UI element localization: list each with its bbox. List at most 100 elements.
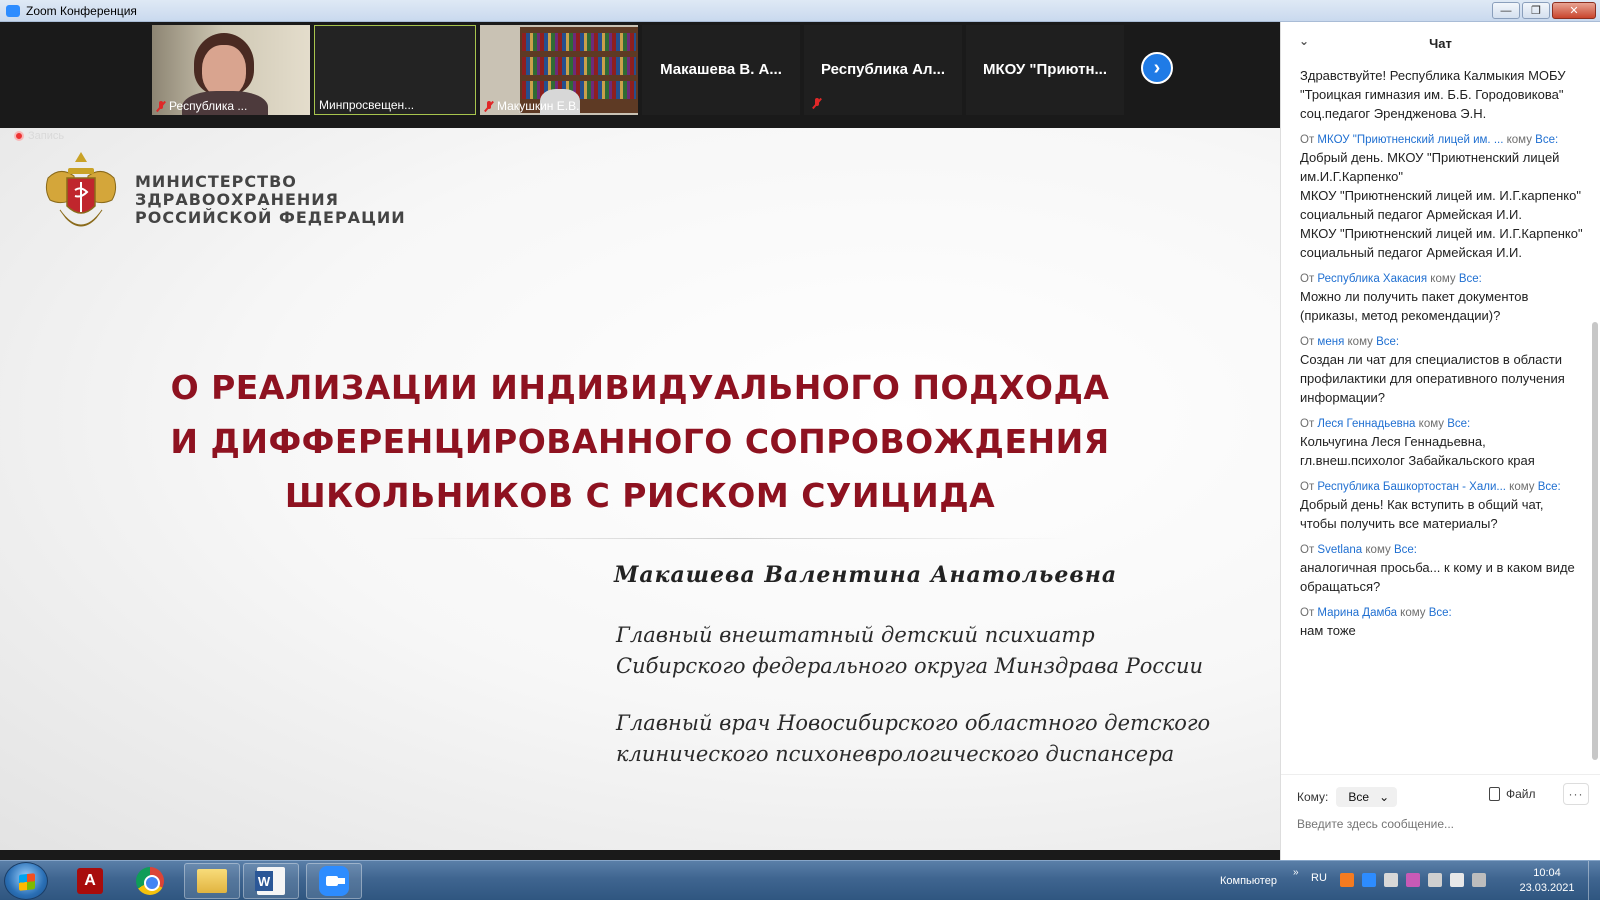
language-indicator[interactable]: RU <box>1311 872 1327 884</box>
recipient-select[interactable]: Все ⌄ <box>1336 787 1398 807</box>
message-text: Можно ли получить пакет документов (прик… <box>1300 289 1529 323</box>
folder-icon <box>197 869 227 893</box>
message-recipient[interactable]: Все: <box>1447 418 1470 430</box>
author-name: Макашева Валентина Анатольевна <box>614 562 1118 588</box>
mic-muted-icon <box>812 98 822 109</box>
video-tile-1[interactable]: Республика ... <box>152 25 310 115</box>
message-recipient[interactable]: Все: <box>1535 134 1558 146</box>
message-recipient[interactable]: Все: <box>1376 336 1399 348</box>
display-icon[interactable] <box>1472 873 1486 887</box>
message-recipient[interactable]: Все: <box>1459 273 1482 285</box>
participant-name: Республика Ал... <box>820 61 946 78</box>
message-recipient[interactable]: Все: <box>1538 481 1561 493</box>
message-sender[interactable]: Леся Геннадьевна <box>1317 418 1415 430</box>
message-sender[interactable]: меня <box>1317 336 1344 348</box>
video-tile-3[interactable]: Макушкин Е.В. <box>480 25 638 115</box>
name-tile-1[interactable]: Макашева В. А... <box>642 25 800 115</box>
name-tile-3[interactable]: МКОУ "Приютн... <box>966 25 1124 115</box>
mic-muted-icon <box>484 100 494 112</box>
message-input[interactable] <box>1297 817 1587 831</box>
chrome-icon <box>136 867 164 895</box>
taskbar-acrobat[interactable]: A <box>62 863 118 899</box>
message-sender[interactable]: Марина Дамба <box>1317 607 1397 619</box>
slide-title: О РЕАЛИЗАЦИИ ИНДИВИДУАЛЬНОГО ПОДХОДА И Д… <box>170 368 1110 515</box>
network-icon[interactable] <box>1428 873 1442 887</box>
recipient-row: Кому: Все ⌄ <box>1297 787 1398 807</box>
book-row <box>522 33 636 51</box>
chat-message: От Марина Дамба кому Все: нам тоже <box>1281 607 1600 640</box>
record-icon <box>14 131 24 141</box>
video-tile-2[interactable]: Минпросвещен... <box>314 25 476 115</box>
taskbar-word[interactable] <box>243 863 299 899</box>
message-meta: От меня кому Все: <box>1300 336 1400 348</box>
close-button[interactable]: ✕ <box>1552 2 1596 19</box>
chat-message: От Леся Геннадьевна кому Все: Кольчугина … <box>1281 418 1600 470</box>
windows-taskbar: A Компьютер » RU 10:04 23.03.2021 <box>0 860 1600 900</box>
zoom-icon <box>319 866 349 896</box>
message-text: нам тоже <box>1300 623 1356 638</box>
chat-message: От Республика Хакасия кому Все: Можно ли … <box>1281 273 1600 325</box>
start-button[interactable] <box>4 862 48 900</box>
chat-message: От Республика Башкортостан - Хали... ком… <box>1281 481 1600 533</box>
chat-message-list[interactable]: Здравствуйте! Республика Калмыкия МОБУ "… <box>1281 64 1600 774</box>
recording-indicator: Запись <box>14 130 64 142</box>
participant-name: Минпросвещен... <box>319 98 415 112</box>
zoom-tray-icon[interactable] <box>1362 873 1376 887</box>
chat-scrollbar[interactable] <box>1592 322 1598 760</box>
pen-icon[interactable] <box>1406 873 1420 887</box>
message-text: Здравствуйте! Республика Калмыкия МОБУ "… <box>1300 68 1566 121</box>
message-recipient[interactable]: Все: <box>1429 607 1452 619</box>
taskbar-zoom[interactable] <box>306 863 362 899</box>
message-text: Добрый день. МКОУ "Приютненский лицей им… <box>1300 150 1583 260</box>
window-title-bar: Zoom Конференция — ❐ ✕ <box>0 0 1600 22</box>
participant-name: Республика ... <box>156 99 247 113</box>
taskbar-chrome[interactable] <box>122 863 178 899</box>
window-title: Zoom Конференция <box>26 3 137 18</box>
name-tile-2[interactable]: Республика Ал... <box>804 25 962 115</box>
participant-name: Макашева В. А... <box>660 61 782 78</box>
chat-panel: ⌄ Чат Здравствуйте! Республика Калмыкия … <box>1280 22 1600 860</box>
next-page-button[interactable]: › <box>1141 52 1173 84</box>
mic-muted-icon <box>156 100 166 112</box>
message-recipient[interactable]: Все: <box>1394 544 1417 556</box>
odnoklassniki-icon[interactable] <box>1340 873 1354 887</box>
message-text: Кольчугина Леся Геннадьевна, гл.внеш.пси… <box>1300 434 1535 468</box>
restore-button[interactable]: ❐ <box>1522 2 1550 19</box>
file-button[interactable]: Файл <box>1489 787 1536 801</box>
video-strip: Республика ... Минпросвещен... Макушкин … <box>0 22 1280 128</box>
participant-name: Макушкин Е.В. <box>484 99 579 113</box>
minimize-button[interactable]: — <box>1492 2 1520 19</box>
acrobat-icon: A <box>77 868 103 894</box>
recording-label: Запись <box>28 130 65 142</box>
system-tray <box>1340 873 1486 887</box>
divider <box>400 538 1070 539</box>
file-icon <box>1489 787 1500 801</box>
message-sender[interactable]: Svetlana <box>1317 544 1362 556</box>
tray-expand-icon[interactable]: » <box>1293 867 1299 878</box>
window-controls: — ❐ ✕ <box>1492 2 1596 19</box>
flag-icon[interactable] <box>1450 873 1464 887</box>
chevron-down-icon: ⌄ <box>1379 790 1390 804</box>
participant-name: МКОУ "Приютн... <box>982 61 1108 78</box>
author-role-1: Главный внештатный детский психиатр Сиби… <box>616 623 1203 678</box>
message-sender[interactable]: Республика Хакасия <box>1317 273 1427 285</box>
message-meta: От Леся Геннадьевна кому Все: <box>1300 418 1471 430</box>
chat-title: Чат <box>1429 35 1452 51</box>
taskbar-explorer[interactable] <box>184 863 240 899</box>
message-sender[interactable]: МКОУ "Приютненский лицей им. ... <box>1317 134 1503 146</box>
more-options-button[interactable]: ··· <box>1563 783 1589 805</box>
message-meta: От МКОУ "Приютненский лицей им. ... кому… <box>1300 134 1559 146</box>
message-text: Создан ли чат для специалистов в области… <box>1300 352 1565 405</box>
shared-screen-slide: МИНИСТЕРСТВО ЗДРАВООХРАНЕНИЯ РОССИЙСКОЙ … <box>0 128 1280 850</box>
author-role-2: Главный врач Новосибирского областного д… <box>616 711 1211 766</box>
speaker-icon[interactable] <box>1384 873 1398 887</box>
message-meta: От Республика Хакасия кому Все: <box>1300 273 1482 285</box>
show-desktop-button[interactable] <box>1588 861 1600 900</box>
chat-message: Здравствуйте! Республика Калмыкия МОБУ "… <box>1281 66 1600 123</box>
system-clock[interactable]: 10:04 23.03.2021 <box>1505 866 1589 896</box>
chat-composer: Кому: Все ⌄ Файл ··· <box>1281 774 1600 860</box>
tray-toolbar-label[interactable]: Компьютер <box>1220 875 1277 887</box>
message-sender[interactable]: Республика Башкортостан - Хали... <box>1317 481 1506 493</box>
ministry-name: МИНИСТЕРСТВО ЗДРАВООХРАНЕНИЯ РОССИЙСКОЙ … <box>135 172 406 227</box>
chevron-down-icon[interactable]: ⌄ <box>1299 34 1309 48</box>
